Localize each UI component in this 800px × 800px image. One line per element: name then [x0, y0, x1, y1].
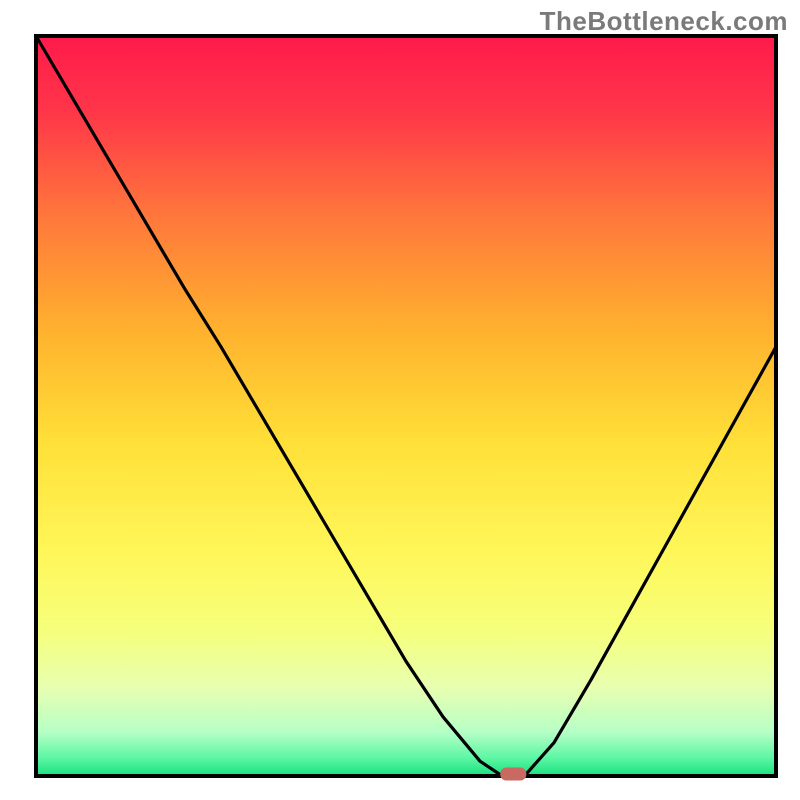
- bottleneck-chart: [0, 0, 800, 800]
- watermark-text: TheBottleneck.com: [540, 6, 788, 37]
- optimal-point-marker: [500, 768, 526, 781]
- chart-frame: TheBottleneck.com: [0, 0, 800, 800]
- plot-background: [36, 36, 776, 776]
